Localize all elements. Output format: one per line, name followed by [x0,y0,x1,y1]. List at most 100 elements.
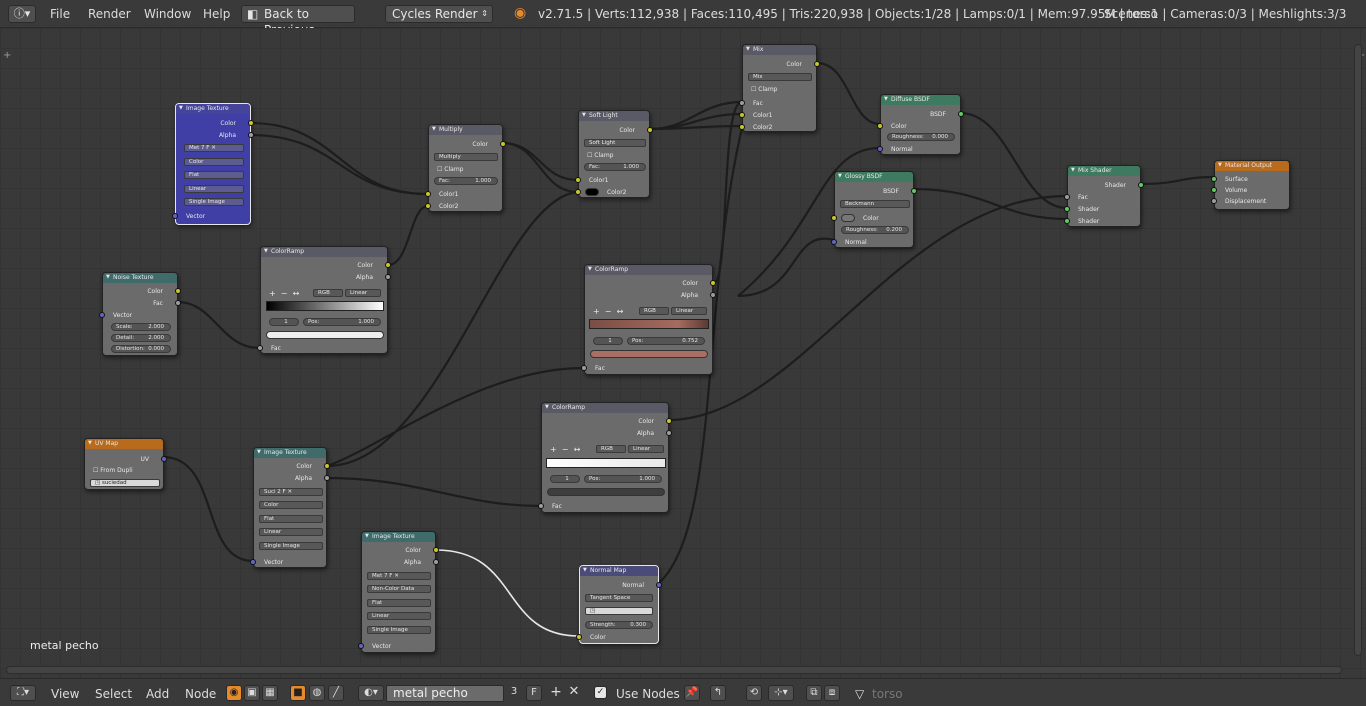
socket-input-color1[interactable] [425,191,431,197]
new-material-icon[interactable]: + [548,685,564,701]
menu-file[interactable]: File [50,7,70,21]
node-image-texture[interactable]: Image Texture Color Alpha Met 7 F ✕ Colo… [172,103,254,225]
socket-output-color[interactable] [324,463,330,469]
stop-color-swatch[interactable] [590,350,708,358]
blend-type-select[interactable]: Multiply [434,153,498,161]
socket-output-color[interactable] [666,418,672,424]
fac-field[interactable]: Fac: 1.000 [584,163,646,171]
space-select[interactable]: Tangent Space [585,594,653,602]
menu-select[interactable]: Select [95,687,132,701]
node-header[interactable]: Image Texture [254,448,326,458]
node-header[interactable]: UV Map [85,439,163,449]
color-mode-select[interactable]: RGB [596,445,626,453]
node-noise-texture[interactable]: Noise Texture Color Fac Vector Scale:2.0… [99,272,181,356]
socket-input-color[interactable] [831,215,837,221]
distribution-select[interactable]: Beckmann [840,200,910,208]
clamp-checkbox[interactable]: ☐ Clamp [437,166,463,173]
material-name-field[interactable]: metal pecho [386,685,504,702]
node-header[interactable]: Image Texture [176,104,250,114]
image-datablock[interactable]: Met 7 F ✕ [184,144,244,152]
node-mix[interactable]: Mix Color Mix ☐ Clamp Fac Color1 Color2 [739,44,820,132]
image-datablock[interactable]: Met 7 F ✕ [367,572,431,580]
interpolation-select[interactable]: Linear [628,445,664,453]
socket-input-color1[interactable] [575,177,581,183]
interpolation-select[interactable]: Flat [184,171,244,179]
socket-input-surface[interactable] [1211,176,1217,182]
color-swatch[interactable] [841,214,855,222]
socket-input-color2[interactable] [739,124,745,130]
socket-input-normal[interactable] [877,146,883,152]
node-mix-shader[interactable]: Mix Shader Shader Fac Shader Shader [1064,165,1144,227]
shader-nodes-icon[interactable]: ◉ [226,685,242,701]
node-colorramp-3[interactable]: ColorRamp Color Alpha + − ↔ RGB Linear 1… [538,402,672,513]
from-dupli-checkbox[interactable]: ☐ From Dupli [93,467,133,474]
editor-type-button[interactable]: ⓘ▾ [8,5,36,23]
node-image-texture-2[interactable]: Image Texture Color Alpha Suci 2 F ✕ Col… [250,447,330,568]
socket-input-fac[interactable] [1064,194,1070,200]
node-glossy-bsdf[interactable]: Glossy BSDF BSDF Beckmann Color Roughnes… [831,171,917,248]
socket-output-color[interactable] [814,61,820,67]
node-normal-map[interactable]: Normal Map Normal Tangent Space ◳ Streng… [576,565,662,644]
node-header[interactable]: Material Output [1215,161,1289,171]
projection-select[interactable]: Color [184,158,244,166]
socket-output-color[interactable] [175,288,181,294]
socket-output-bsdf[interactable] [911,188,917,194]
socket-input-fac[interactable] [581,365,587,371]
color-mode-select[interactable]: RGB [313,289,343,297]
interpolation-select[interactable]: Linear [345,289,381,297]
node-header[interactable]: ColorRamp [261,247,387,257]
socket-input-displacement[interactable] [1211,198,1217,204]
use-nodes-checkbox[interactable]: ✓ [594,686,607,699]
uv-map-field[interactable]: ◳ [585,607,653,615]
socket-input-color1[interactable] [739,112,745,118]
fac-field[interactable]: Fac: 1.000 [434,177,498,185]
ramp-tools[interactable]: + − ↔ [593,307,623,316]
ramp-gradient[interactable] [546,458,666,468]
active-stop-field[interactable]: 1 [593,337,623,345]
socket-output-color[interactable] [248,120,254,126]
ramp-gradient[interactable] [589,319,709,329]
socket-input-fac[interactable] [538,503,544,509]
socket-input-color[interactable] [877,123,883,129]
node-header[interactable]: Diffuse BSDF [881,95,960,105]
color-mode-select[interactable]: RGB [639,307,669,315]
source-select[interactable]: Single Image [367,626,431,634]
socket-output-bsdf[interactable] [958,111,964,117]
node-header[interactable]: ColorRamp [585,265,712,275]
position-field[interactable]: Pos: 1.000 [584,475,662,483]
scale-field[interactable]: Scale: 2.000 [111,323,171,331]
source-select[interactable]: Single Image [184,198,244,206]
detail-field[interactable]: Detail: 2.000 [111,334,171,342]
color2-swatch[interactable] [585,188,599,196]
menu-node[interactable]: Node [185,687,216,701]
socket-output-normal[interactable] [656,582,662,588]
snap-icon[interactable]: ⊹▾ [768,685,794,701]
horizontal-scrollbar[interactable] [6,666,1342,674]
node-mix-multiply[interactable]: Multiply Color Multiply ☐ Clamp Fac:1.00… [425,124,506,212]
socket-output-color[interactable] [647,127,653,133]
menu-view[interactable]: View [51,687,79,701]
socket-input-volume[interactable] [1211,187,1217,193]
node-header[interactable]: Normal Map [580,566,658,576]
interpolation-select[interactable]: Flat [259,515,323,523]
socket-output-color[interactable] [500,141,506,147]
vertical-scrollbar[interactable] [1354,44,1362,656]
socket-output-shader[interactable] [1138,182,1144,188]
object-shader-icon[interactable]: ■ [290,685,306,701]
node-header[interactable]: Mix Shader [1068,166,1140,176]
strength-field[interactable]: Strength: 0.300 [585,621,653,629]
node-header[interactable]: Soft Light [579,111,649,121]
node-colorramp-2[interactable]: ColorRamp Color Alpha + − ↔ RGB Linear 1… [581,264,716,375]
extension-select[interactable]: Linear [367,612,431,620]
source-select[interactable]: Single Image [259,542,323,550]
clamp-checkbox[interactable]: ☐ Clamp [751,86,777,93]
node-header[interactable]: Noise Texture [103,273,177,283]
stop-color-swatch[interactable] [547,488,665,496]
node-header[interactable]: Mix [743,45,816,55]
distortion-field[interactable]: Distortion: 0.000 [111,345,171,353]
menu-window[interactable]: Window [144,7,191,21]
roughness-field[interactable]: Roughness: 0.200 [841,226,909,234]
socket-output-fac[interactable] [175,300,181,306]
ramp-gradient[interactable] [266,301,384,311]
ramp-tools[interactable]: + − ↔ [550,445,580,454]
